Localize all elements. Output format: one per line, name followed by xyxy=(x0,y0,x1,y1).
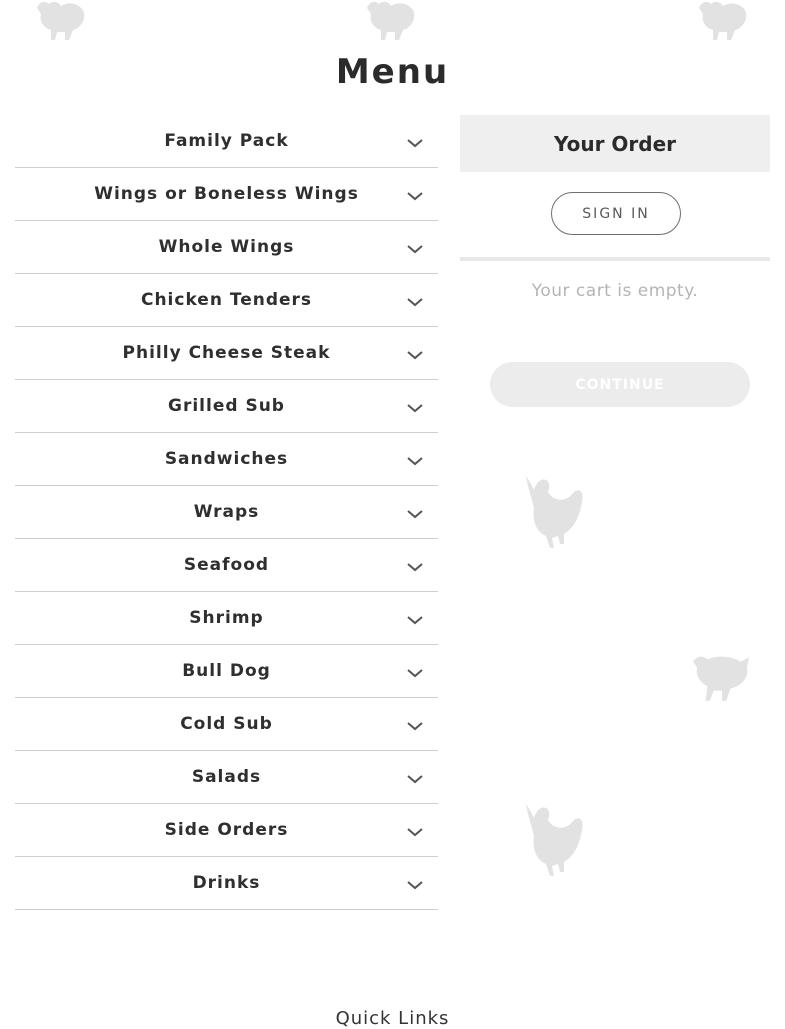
menu-category-label: Wraps xyxy=(193,502,260,522)
chevron-down-icon xyxy=(407,245,423,254)
cart-empty-message: Your cart is empty. xyxy=(531,281,699,301)
menu-category-label: Grilled Sub xyxy=(168,396,285,416)
menu-category-label: Bull Dog xyxy=(182,661,271,681)
chicken-silhouette-icon xyxy=(37,1,85,40)
menu-category-philly-cheese-steak[interactable]: Philly Cheese Steak xyxy=(15,327,438,380)
menu-category-label: Sandwiches xyxy=(164,449,289,469)
chevron-down-icon xyxy=(407,828,423,837)
divider xyxy=(460,257,770,261)
chevron-down-icon xyxy=(407,351,423,360)
sign-in-button[interactable]: SIGN IN xyxy=(551,192,681,235)
chicken-silhouette-icon xyxy=(367,1,415,40)
chevron-down-icon xyxy=(407,881,423,890)
menu-category-label: Cold Sub xyxy=(180,714,273,734)
menu-category-chicken-tenders[interactable]: Chicken Tenders xyxy=(15,274,438,327)
menu-category-label: Salads xyxy=(191,767,262,787)
chevron-down-icon xyxy=(407,139,423,148)
menu-category-label: Whole Wings xyxy=(158,237,295,257)
menu-category-label: Family Pack xyxy=(164,131,289,151)
menu-category-wraps[interactable]: Wraps xyxy=(15,486,438,539)
menu-category-label: Seafood xyxy=(183,555,270,575)
menu-category-salads[interactable]: Salads xyxy=(15,751,438,804)
menu-category-label: Chicken Tenders xyxy=(140,290,313,310)
chevron-down-icon xyxy=(407,669,423,678)
chevron-down-icon xyxy=(407,616,423,625)
menu-category-label: Wings or Boneless Wings xyxy=(94,184,359,204)
menu-category-drinks[interactable]: Drinks xyxy=(15,857,438,910)
chevron-down-icon xyxy=(407,404,423,413)
chevron-down-icon xyxy=(407,510,423,519)
chevron-down-icon xyxy=(407,298,423,307)
menu-category-bull-dog[interactable]: Bull Dog xyxy=(15,645,438,698)
order-panel: Your Order SIGN IN Your cart is empty. C… xyxy=(460,115,770,407)
rooster-silhouette-icon xyxy=(526,476,583,548)
menu-category-family-pack[interactable]: Family Pack xyxy=(15,115,438,168)
chevron-down-icon xyxy=(407,775,423,784)
chicken-silhouette-icon xyxy=(693,656,749,701)
menu-category-sandwiches[interactable]: Sandwiches xyxy=(15,433,438,486)
menu-category-label: Philly Cheese Steak xyxy=(122,343,331,363)
rooster-silhouette-icon xyxy=(526,804,583,876)
menu-category-label: Side Orders xyxy=(164,820,289,840)
menu-category-shrimp[interactable]: Shrimp xyxy=(15,592,438,645)
menu-category-label: Shrimp xyxy=(189,608,264,628)
menu-category-cold-sub[interactable]: Cold Sub xyxy=(15,698,438,751)
menu-category-seafood[interactable]: Seafood xyxy=(15,539,438,592)
menu-category-whole-wings[interactable]: Whole Wings xyxy=(15,221,438,274)
menu-category-label: Drinks xyxy=(192,873,261,893)
order-title: Your Order xyxy=(460,115,770,172)
menu-category-wings[interactable]: Wings or Boneless Wings xyxy=(15,168,438,221)
page-title: Menu xyxy=(335,52,450,92)
chicken-silhouette-icon xyxy=(699,1,747,40)
quick-links-heading: Quick Links xyxy=(335,1008,450,1029)
chevron-down-icon xyxy=(407,722,423,731)
chevron-down-icon xyxy=(407,457,423,466)
menu-category-side-orders[interactable]: Side Orders xyxy=(15,804,438,857)
chevron-down-icon xyxy=(407,192,423,201)
menu-category-grilled-sub[interactable]: Grilled Sub xyxy=(15,380,438,433)
chevron-down-icon xyxy=(407,563,423,572)
continue-button[interactable]: CONTINUE xyxy=(490,362,750,407)
menu-category-list: Family Pack Wings or Boneless Wings Whol… xyxy=(15,115,438,910)
